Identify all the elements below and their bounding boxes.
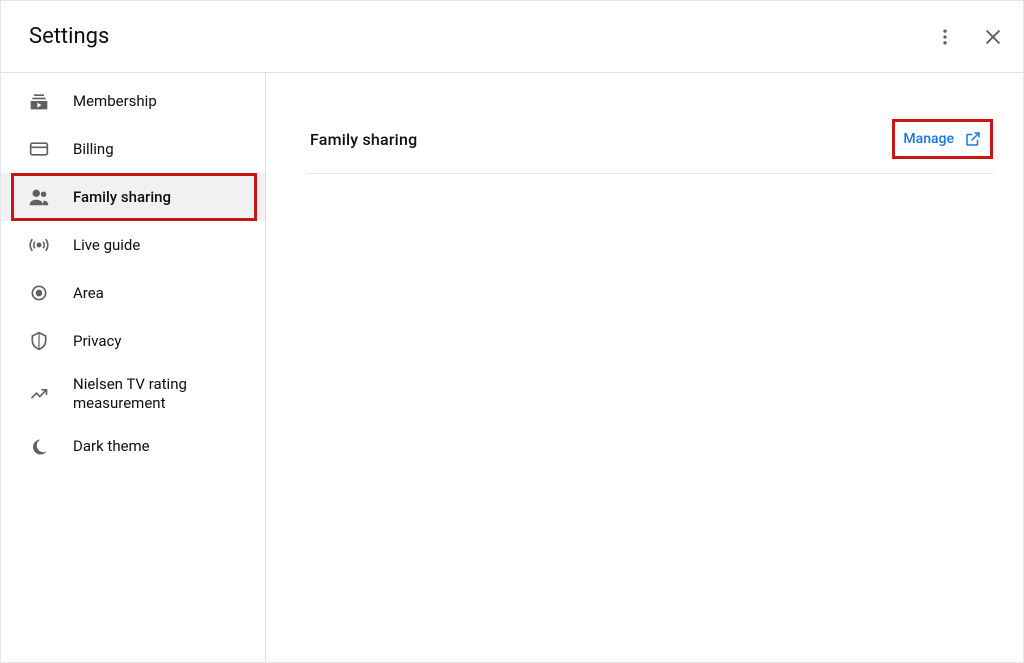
sidebar-item-label: Membership bbox=[73, 92, 157, 111]
main-content: Family sharing Manage bbox=[266, 73, 1023, 662]
subscriptions-icon bbox=[27, 89, 51, 113]
sidebar-item-dark-theme[interactable]: Dark theme bbox=[1, 423, 265, 471]
sidebar-item-label: Live guide bbox=[73, 236, 140, 255]
more-vert-icon bbox=[935, 27, 955, 47]
sidebar-item-label: Area bbox=[73, 284, 104, 303]
sidebar-item-billing[interactable]: Billing bbox=[1, 125, 265, 173]
open-in-new-icon bbox=[964, 130, 982, 148]
annotation-box: Manage bbox=[892, 119, 993, 159]
sidebar: Membership Billing Family sharing L bbox=[1, 73, 266, 662]
broadcast-icon bbox=[27, 233, 51, 257]
sidebar-item-label: Privacy bbox=[73, 332, 121, 351]
sidebar-item-membership[interactable]: Membership bbox=[1, 77, 265, 125]
sidebar-item-area[interactable]: Area bbox=[1, 269, 265, 317]
sidebar-item-label: Billing bbox=[73, 140, 114, 159]
section-title: Family sharing bbox=[310, 130, 892, 149]
target-icon bbox=[27, 281, 51, 305]
sidebar-item-label: Dark theme bbox=[73, 437, 150, 456]
page-title: Settings bbox=[29, 24, 933, 49]
people-icon bbox=[27, 185, 51, 209]
close-icon bbox=[982, 26, 1004, 48]
close-button[interactable] bbox=[981, 25, 1005, 49]
sidebar-item-family-sharing[interactable]: Family sharing bbox=[1, 173, 265, 221]
sidebar-item-live-guide[interactable]: Live guide bbox=[1, 221, 265, 269]
header: Settings bbox=[1, 1, 1023, 73]
more-options-button[interactable] bbox=[933, 25, 957, 49]
sidebar-item-label: Nielsen TV rating measurement bbox=[73, 375, 249, 413]
credit-card-icon bbox=[27, 137, 51, 161]
sidebar-item-label: Family sharing bbox=[73, 188, 171, 207]
moon-icon bbox=[27, 435, 51, 459]
trending-icon bbox=[27, 382, 51, 406]
shield-icon bbox=[27, 329, 51, 353]
sidebar-item-privacy[interactable]: Privacy bbox=[1, 317, 265, 365]
section-header-row: Family sharing Manage bbox=[306, 113, 993, 174]
sidebar-item-nielsen[interactable]: Nielsen TV rating measurement bbox=[1, 365, 265, 423]
manage-link-label: Manage bbox=[903, 131, 954, 147]
manage-link[interactable]: Manage bbox=[895, 124, 990, 154]
